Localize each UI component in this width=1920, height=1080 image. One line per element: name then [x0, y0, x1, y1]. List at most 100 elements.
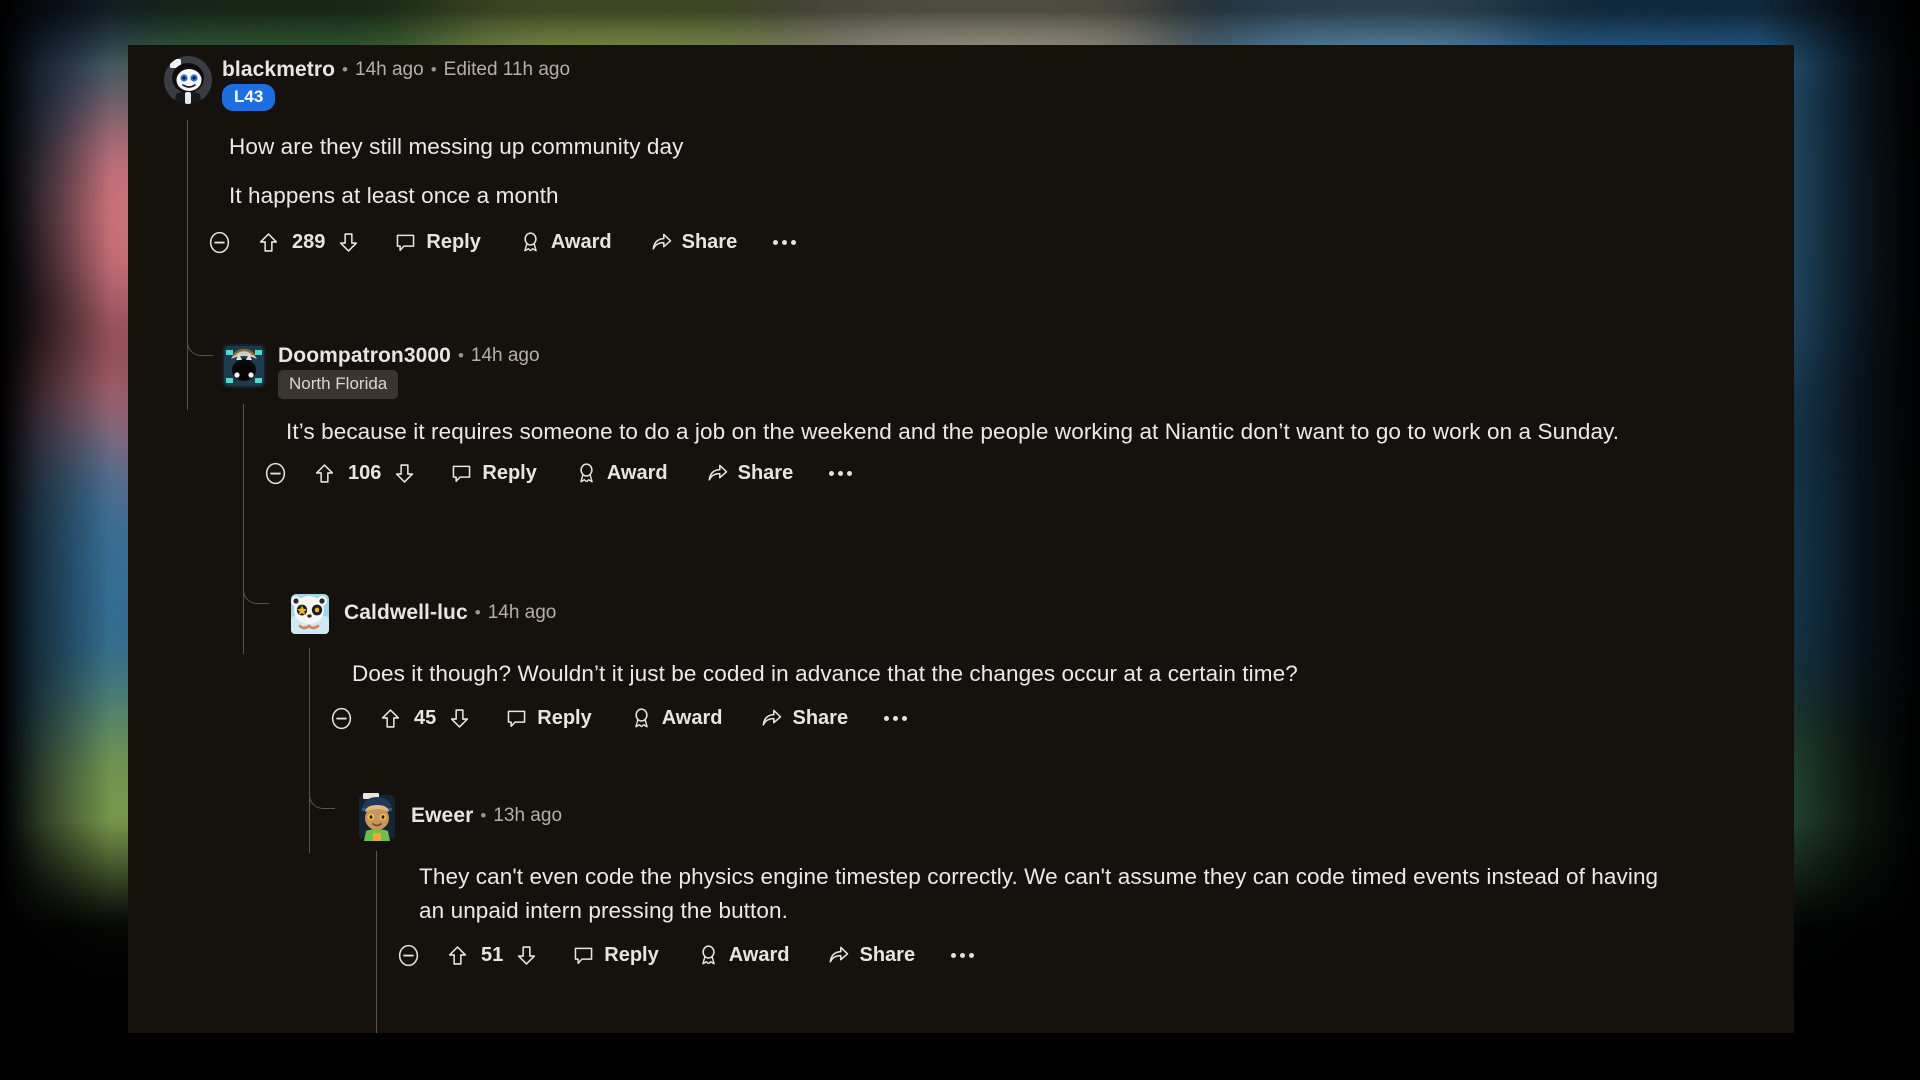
upvote-button[interactable]	[446, 944, 469, 967]
thread-line-depth-0[interactable]	[187, 120, 188, 410]
comment-header: Doompatron3000 • 14h ago North Florida	[220, 342, 1770, 399]
comment-header: Caldwell-luc • 14h ago	[286, 590, 1766, 638]
comment-author[interactable]: Eweer	[411, 805, 473, 826]
comment-timestamp: 14h ago	[355, 59, 424, 80]
share-label: Share	[737, 462, 794, 485]
vote-group: 289	[257, 231, 360, 254]
downvote-button[interactable]	[393, 462, 416, 485]
avatar[interactable]	[164, 56, 212, 104]
collapse-comment-button[interactable]	[263, 461, 288, 486]
upvote-button[interactable]	[257, 231, 280, 254]
comment-caldwell-luc: Caldwell-luc • 14h ago Does it though? W…	[243, 578, 1766, 853]
vote-group: 51	[446, 944, 538, 967]
downvote-button[interactable]	[515, 944, 538, 967]
vote-count: 51	[481, 943, 504, 966]
vote-count: 45	[414, 706, 437, 729]
collapse-comment-button[interactable]	[329, 706, 354, 731]
reply-label: Reply	[604, 943, 659, 966]
share-button[interactable]: Share	[650, 231, 738, 254]
share-button[interactable]: Share	[827, 944, 915, 967]
share-button[interactable]: Share	[706, 462, 794, 485]
more-options-button[interactable]	[951, 952, 975, 958]
award-button[interactable]: Award	[697, 943, 790, 967]
reply-label: Reply	[426, 231, 481, 254]
award-label: Award	[550, 231, 612, 254]
comment-body: How are they still messing up community …	[229, 130, 1529, 214]
reply-button[interactable]: Reply	[450, 462, 537, 485]
upvote-button[interactable]	[313, 462, 336, 485]
meta-separator: •	[474, 603, 481, 622]
more-options-button[interactable]	[829, 471, 853, 477]
vote-count: 106	[348, 462, 382, 485]
avatar[interactable]	[353, 793, 401, 841]
meta-separator: •	[457, 346, 464, 365]
award-label: Award	[661, 706, 723, 729]
share-button[interactable]: Share	[760, 707, 848, 730]
comment-paragraph: It happens at least once a month	[229, 183, 559, 209]
share-label: Share	[859, 943, 916, 966]
vote-group: 45	[379, 707, 471, 730]
more-options-icon	[884, 715, 908, 721]
avatar[interactable]	[286, 590, 334, 638]
award-button[interactable]: Award	[575, 462, 668, 485]
reply-label: Reply	[537, 706, 592, 729]
comment-action-bar: 45 Reply Award Share	[329, 706, 1766, 731]
downvote-button[interactable]	[337, 231, 360, 254]
comment-action-bar: 289 Reply Award Share	[207, 230, 1764, 255]
comment-paragraph: How are they still messing up community …	[229, 133, 684, 159]
vote-count: 289	[292, 231, 326, 254]
meta-separator: •	[430, 60, 437, 79]
thread-line-depth-1[interactable]	[243, 404, 244, 654]
comment-paragraph: They can't even code the physics engine …	[419, 864, 1659, 923]
comment-author[interactable]: Caldwell-luc	[344, 602, 468, 623]
meta-separator: •	[480, 806, 487, 825]
comment-header: blackmetro • 14h ago • Edited 11h ago L4…	[164, 56, 1764, 111]
comment-timestamp: 14h ago	[470, 345, 540, 366]
thread-connector-depth-3	[309, 783, 335, 809]
collapse-comment-button[interactable]	[396, 943, 421, 968]
more-options-icon	[773, 240, 797, 246]
upvote-button[interactable]	[379, 707, 402, 730]
comment-eweer: Eweer • 13h ago They can't even code the…	[309, 783, 1763, 1033]
comment-header: Eweer • 13h ago	[353, 793, 1763, 841]
award-button[interactable]: Award	[630, 706, 723, 730]
comment-timestamp: 14h ago	[487, 602, 557, 623]
reply-button[interactable]: Reply	[572, 943, 659, 967]
comment-doompatron3000: Doompatron3000 • 14h ago North Florida I…	[187, 330, 1770, 654]
thread-connector-depth-1	[187, 330, 213, 356]
comment-edited-timestamp: Edited 11h ago	[443, 59, 571, 80]
comment-action-bar: 106 Reply Award Share	[263, 461, 1770, 486]
more-options-icon	[829, 471, 853, 477]
share-label: Share	[792, 706, 849, 729]
user-flair-badge[interactable]: North Florida	[278, 370, 399, 399]
vote-group: 106	[313, 462, 416, 485]
collapse-comment-button[interactable]	[207, 230, 232, 255]
comment-action-bar: 51 Reply Award Share	[396, 943, 1763, 968]
user-level-badge[interactable]: L43	[222, 84, 276, 111]
award-label: Award	[606, 462, 668, 485]
comment-body: They can't even code the physics engine …	[419, 860, 1689, 928]
comment-author[interactable]: Doompatron3000	[278, 345, 451, 366]
comment-timestamp: 13h ago	[493, 805, 563, 826]
award-label: Award	[728, 943, 790, 966]
comment-thread-panel: blackmetro • 14h ago • Edited 11h ago L4…	[128, 45, 1794, 1033]
comment-author[interactable]: blackmetro	[222, 59, 335, 80]
thread-line-depth-3[interactable]	[376, 851, 377, 1033]
thread-connector-depth-2	[243, 578, 269, 604]
more-options-icon	[951, 952, 975, 958]
comment-paragraph: It’s because it requires someone to do a…	[286, 418, 1620, 444]
reply-label: Reply	[482, 462, 537, 485]
comment-paragraph: Does it though? Wouldn’t it just be code…	[352, 661, 1298, 686]
avatar[interactable]	[220, 342, 268, 390]
more-options-button[interactable]	[884, 715, 908, 721]
reply-button[interactable]: Reply	[505, 706, 592, 730]
thread-line-depth-2[interactable]	[309, 648, 310, 853]
downvote-button[interactable]	[448, 707, 471, 730]
comment-blackmetro: blackmetro • 14h ago • Edited 11h ago L4…	[164, 56, 1764, 410]
comment-body: Does it though? Wouldn’t it just be code…	[352, 657, 1692, 691]
comment-body: It’s because it requires someone to do a…	[286, 415, 1696, 449]
award-button[interactable]: Award	[519, 231, 612, 254]
share-label: Share	[681, 231, 738, 254]
reply-button[interactable]: Reply	[394, 231, 481, 254]
more-options-button[interactable]	[773, 240, 797, 246]
